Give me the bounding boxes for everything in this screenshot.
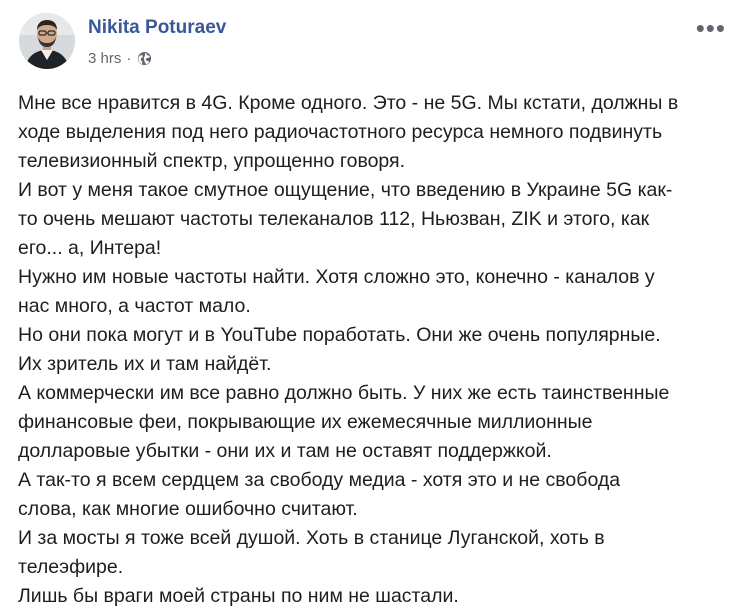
facebook-post: Nikita Poturaev 3 hrs · ••• Мне все нрав… — [0, 0, 740, 607]
post-text-line: ходе выделения под него радиочастотного … — [18, 121, 663, 143]
post-text-line: Их зритель их и там найдёт. — [18, 353, 272, 375]
more-options-icon[interactable]: ••• — [696, 15, 726, 41]
post-text-line: его... а, Интера! — [18, 237, 162, 259]
post-body: Мне все нравится в 4G. Кроме одного. Это… — [18, 89, 724, 611]
post-meta: 3 hrs · — [88, 50, 152, 67]
post-text-line: А коммерчески им все равно должно быть. … — [18, 382, 670, 404]
post-text-line: Но они пока могут и в YouTube поработать… — [18, 324, 661, 346]
author-avatar[interactable] — [19, 13, 75, 69]
globe-icon[interactable] — [137, 51, 152, 66]
post-text-line: финансовые феи, покрывающие их ежемесячн… — [18, 411, 593, 433]
post-timestamp[interactable]: 3 hrs — [88, 50, 121, 67]
post-text-line: телевизионный спектр, упрощенно говоря. — [18, 150, 406, 172]
post-text-line: Мне все нравится в 4G. Кроме одного. Это… — [18, 92, 679, 114]
post-text-line: А так-то я всем сердцем за свободу медиа… — [18, 469, 621, 491]
post-text-line: долларовые убытки - они их и там не оста… — [18, 440, 552, 462]
post-text-line: И за мосты я тоже всей душой. Хоть в ста… — [18, 527, 605, 549]
post-text-line: то очень мешают частоты телеканалов 112,… — [18, 208, 650, 230]
post-text-line: телеэфире. — [18, 556, 124, 578]
post-text-line: Нужно им новые частоты найти. Хотя сложн… — [18, 266, 655, 288]
avatar-portrait-icon — [19, 13, 75, 69]
post-text-line: И вот у меня такое смутное ощущение, что… — [18, 179, 673, 201]
post-text-line: нас много, а частот мало. — [18, 295, 251, 317]
meta-separator: · — [126, 50, 132, 67]
post-text-line: Лишь бы враги моей страны по ним не шаст… — [18, 585, 459, 607]
post-text-line: слова, как многие ошибочно считают. — [18, 498, 358, 520]
author-name-link[interactable]: Nikita Poturaev — [88, 17, 226, 39]
